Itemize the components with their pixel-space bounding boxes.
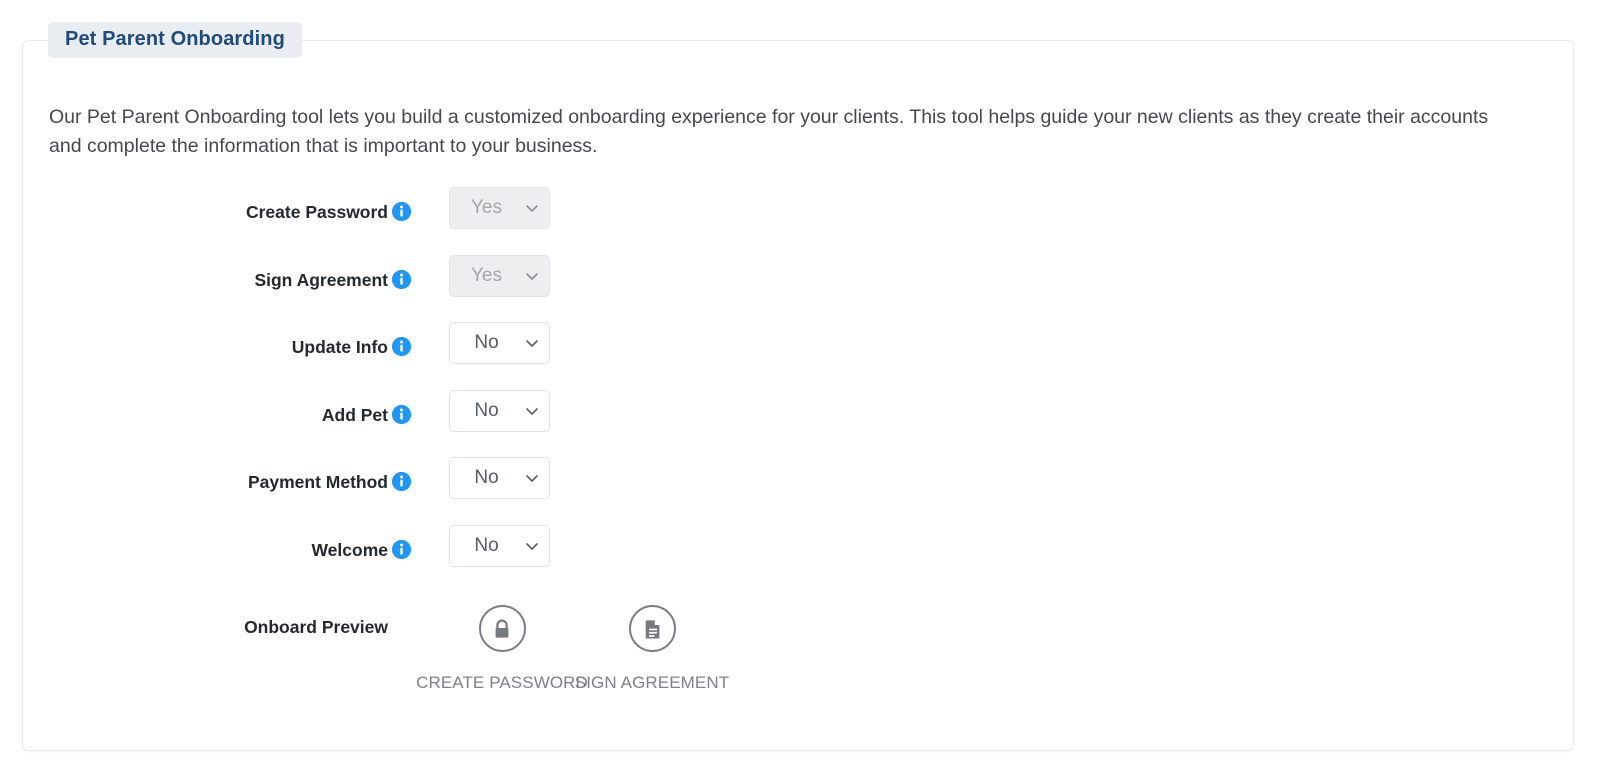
- label-payment-method: Payment Method: [23, 471, 388, 493]
- select-create-password[interactable]: Yes: [449, 187, 550, 229]
- select-wrap-sign-agreement: Yes: [449, 254, 550, 297]
- intro-description: Our Pet Parent Onboarding tool lets you …: [49, 105, 1489, 157]
- select-payment-method[interactable]: No: [449, 457, 550, 499]
- label-update-info-text: Update Info: [291, 337, 388, 357]
- label-onboard-preview: Onboard Preview: [244, 617, 388, 637]
- info-circle-icon[interactable]: [392, 404, 411, 424]
- select-welcome-value: No: [474, 534, 499, 556]
- select-wrap-update-info: No: [449, 322, 550, 364]
- label-update-info: Update Info: [23, 336, 388, 358]
- label-create-password-text: Create Password: [245, 202, 388, 222]
- chevron-down-icon: [526, 407, 538, 415]
- select-create-password-value: Yes: [471, 197, 502, 218]
- label-sign-agreement: Sign Agreement: [23, 269, 388, 291]
- onboard-preview-steps: CREATE PASSWORD SIGN AGREEMENT: [416, 605, 730, 693]
- select-update-info[interactable]: No: [449, 322, 550, 364]
- preview-caption-create-password: CREATE PASSWORD: [416, 673, 588, 692]
- panel-body: Our Pet Parent Onboarding tool lets you …: [23, 41, 1573, 750]
- info-circle-icon[interactable]: [392, 202, 411, 221]
- info-circle-icon[interactable]: [392, 472, 411, 491]
- select-wrap-create-password: Yes: [449, 187, 550, 229]
- label-add-pet: Add Pet: [23, 404, 388, 426]
- label-add-pet-text: Add Pet: [321, 404, 388, 425]
- select-sign-agreement-value: Yes: [471, 264, 502, 286]
- page-root: Pet Parent Onboarding Our Pet Parent Onb…: [0, 0, 1600, 784]
- label-welcome: Welcome: [23, 539, 388, 561]
- chevron-down-icon: [526, 542, 538, 550]
- chevron-down-icon: [526, 205, 538, 212]
- info-circle-icon[interactable]: [392, 269, 411, 289]
- document-icon: [628, 605, 676, 652]
- select-payment-method-value: No: [474, 467, 499, 488]
- form-row-sign-agreement: Sign Agreement Yes: [23, 254, 1573, 323]
- chevron-down-icon: [526, 272, 538, 280]
- onboarding-settings-form: Create Password Yes Sign Agreement Yes U…: [23, 187, 1573, 592]
- chevron-down-icon: [526, 340, 538, 347]
- form-row-add-pet: Add Pet No: [23, 389, 1573, 458]
- label-welcome-text: Welcome: [311, 539, 388, 560]
- select-welcome[interactable]: No: [449, 524, 550, 567]
- select-add-pet-value: No: [474, 399, 499, 421]
- chevron-down-icon: [526, 475, 538, 482]
- form-row-payment-method: Payment Method No: [23, 457, 1573, 525]
- info-circle-icon[interactable]: [392, 539, 411, 559]
- select-wrap-welcome: No: [449, 524, 550, 567]
- preview-step-create-password[interactable]: CREATE PASSWORD: [416, 605, 588, 693]
- form-row-update-info: Update Info No: [23, 322, 1573, 390]
- select-sign-agreement[interactable]: Yes: [449, 254, 550, 297]
- label-create-password: Create Password: [23, 201, 388, 223]
- info-circle-icon[interactable]: [392, 337, 411, 356]
- label-sign-agreement-text: Sign Agreement: [254, 269, 388, 290]
- lock-icon: [478, 605, 526, 652]
- form-row-create-password: Create Password Yes: [23, 187, 1573, 255]
- preview-step-sign-agreement[interactable]: SIGN AGREEMENT: [574, 605, 730, 693]
- pet-parent-onboarding-panel: Pet Parent Onboarding Our Pet Parent Onb…: [22, 22, 1574, 751]
- preview-caption-sign-agreement: SIGN AGREEMENT: [574, 673, 730, 692]
- select-update-info-value: No: [474, 332, 499, 353]
- label-payment-method-text: Payment Method: [247, 472, 388, 492]
- select-add-pet[interactable]: No: [449, 389, 550, 432]
- select-wrap-add-pet: No: [449, 389, 550, 432]
- form-row-welcome: Welcome No: [23, 524, 1573, 593]
- select-wrap-payment-method: No: [449, 457, 550, 499]
